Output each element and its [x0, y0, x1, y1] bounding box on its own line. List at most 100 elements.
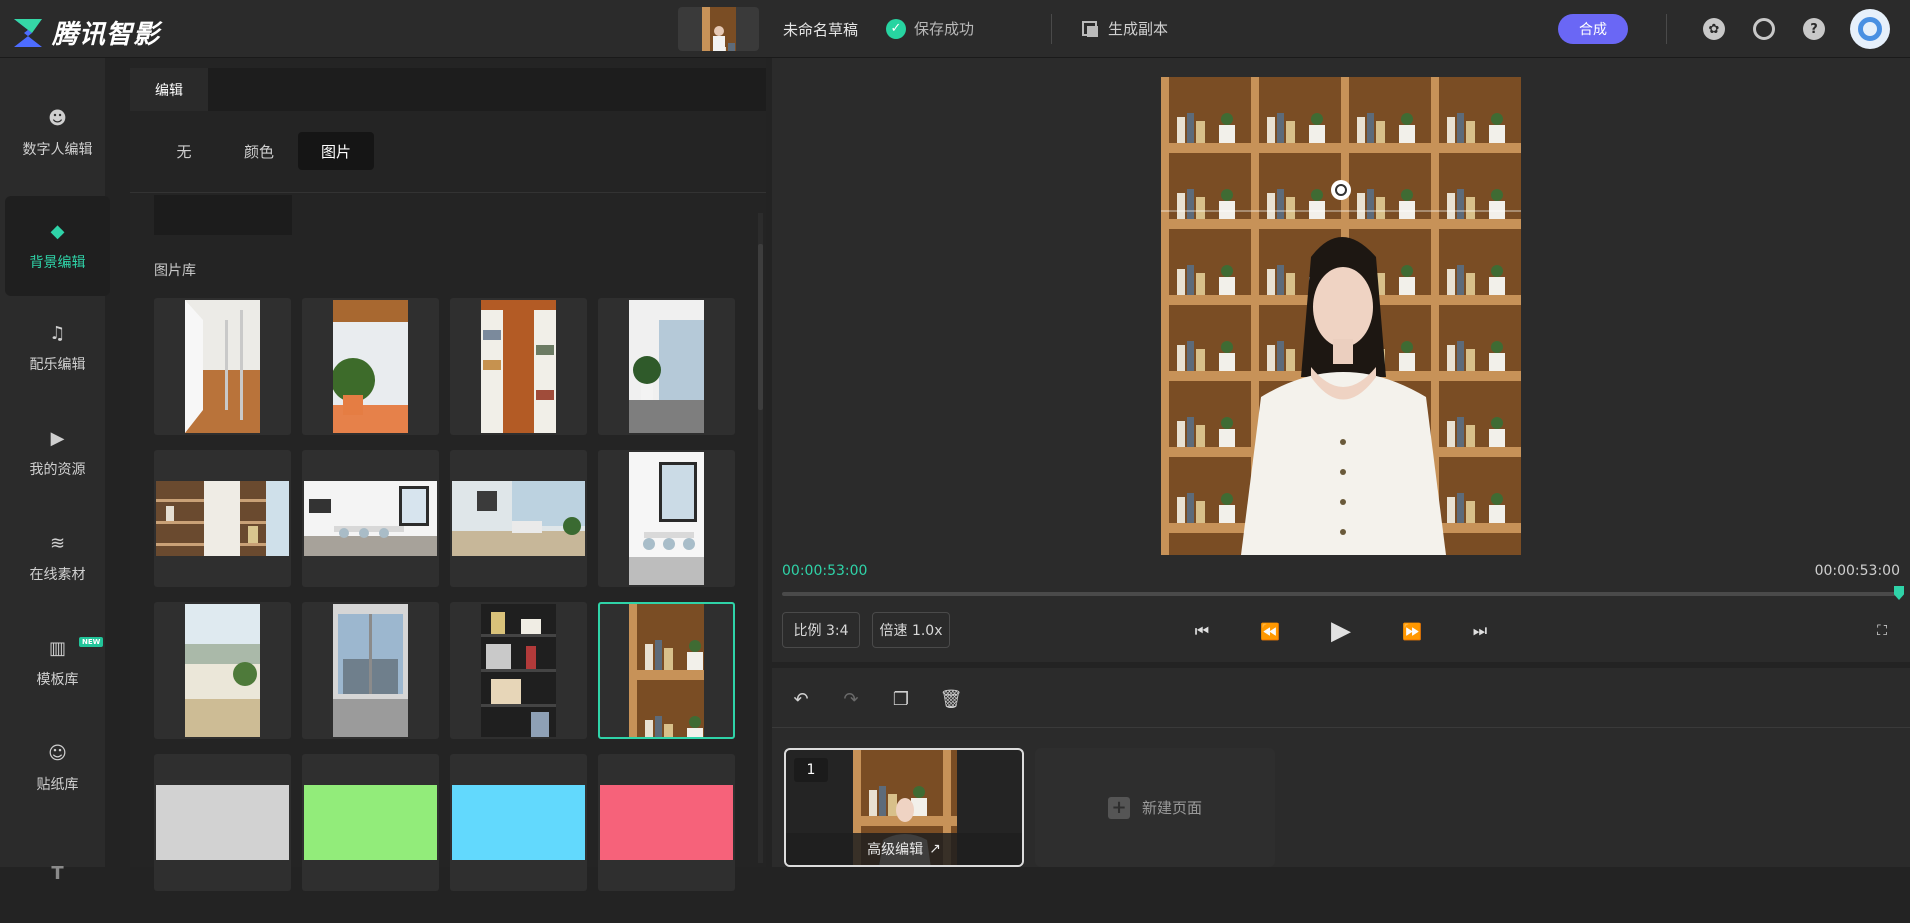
library-image-meeting-room[interactable] [302, 450, 439, 587]
total-time: 00:00:53:00 [1814, 563, 1900, 579]
upload-slot[interactable] [154, 195, 292, 235]
library-image-balcony[interactable] [154, 602, 291, 739]
sidebar-item-background[interactable]: ◆ 背景编辑 [5, 196, 110, 296]
check-circle-icon: ✓ [886, 18, 906, 39]
library-image-office-window[interactable] [598, 298, 735, 435]
new-badge: NEW [79, 637, 104, 647]
sidebar-item-label: 配乐编辑 [29, 357, 86, 373]
new-page-label: 新建页面 [1141, 799, 1202, 817]
video-canvas[interactable] [1161, 77, 1521, 555]
library-swatch-green[interactable] [302, 754, 439, 891]
digital-human-icon: ☻ [48, 107, 67, 129]
library-swatch-grey[interactable] [154, 754, 291, 891]
page-number: 1 [794, 758, 828, 782]
layers-icon: ≋ [49, 532, 66, 554]
text-icon: T [51, 862, 64, 884]
header-divider [1051, 14, 1052, 44]
music-note-icon: ♫ [49, 322, 66, 344]
sidebar-item-digital-human[interactable]: ☻ 数字人编辑 [5, 83, 110, 183]
left-sidebar: ☻ 数字人编辑 ◆ 背景编辑 ♫ 配乐编辑 ▶ 我的资源 ≋ 在线素材 NEW … [0, 58, 110, 884]
segment-none[interactable]: 无 [154, 132, 214, 170]
aspect-ratio-button[interactable]: 比例 3:4 [782, 612, 860, 648]
swatch-color [156, 785, 289, 860]
rotate-handle-icon [1331, 180, 1351, 200]
brand-logo[interactable]: 腾讯智影 [14, 14, 160, 51]
sidebar-item-label: 我的资源 [29, 462, 86, 478]
undo-icon[interactable]: ↶ [790, 688, 812, 710]
external-link-icon: ↗ [929, 841, 941, 857]
headset-support-icon[interactable] [1753, 18, 1775, 40]
draft-thumbnail-image [701, 7, 736, 51]
copy-icon [1082, 20, 1098, 37]
canvas-scene [1161, 77, 1521, 555]
generate-copy-label: 生成副本 [1108, 20, 1169, 38]
delete-icon[interactable]: 🗑 [940, 688, 963, 710]
panel-divider [130, 192, 766, 193]
skip-to-end-icon[interactable]: ⏭ [1468, 620, 1492, 642]
swatch-color [304, 785, 437, 860]
library-image-wooden-shelf-selected[interactable] [598, 602, 735, 739]
compose-button[interactable]: 合成 [1558, 14, 1628, 44]
new-page-button[interactable]: + 新建页面 [1035, 748, 1275, 867]
sidebar-item-templates[interactable]: NEW ▥ 模板库 [5, 613, 110, 713]
library-image-dark-bookshelf[interactable] [450, 602, 587, 739]
advanced-edit-button[interactable]: 高级编辑 ↗ [786, 833, 1022, 865]
user-avatar-icon[interactable] [1850, 9, 1890, 49]
fullscreen-icon[interactable]: ⛶ [1870, 620, 1894, 642]
library-image-shelf-wide[interactable] [154, 450, 291, 587]
sidebar-item-my-resources[interactable]: ▶ 我的资源 [5, 403, 110, 503]
redo-icon[interactable]: ↷ [840, 688, 862, 710]
sticker-face-icon: ☺ [48, 742, 67, 764]
page-card[interactable]: 1 高级编辑 ↗ [784, 748, 1024, 867]
page-timeline: ↶ ↷ ❐ 🗑 1 高级编辑 ↗ + 新建页面 [772, 668, 1910, 867]
library-swatch-pink[interactable] [598, 754, 735, 891]
paint-bucket-icon: ◆ [50, 220, 65, 242]
draft-name[interactable]: 未命名草稿 [783, 19, 858, 40]
logo-icon [14, 18, 42, 47]
top-bar: 腾讯智影 未命名草稿 ✓ 保存成功 生成副本 合成 ✿ ? [0, 0, 1910, 58]
generate-copy-button[interactable]: 生成副本 [1082, 18, 1168, 39]
library-swatch-cyan[interactable] [450, 754, 587, 891]
tab-edit[interactable]: 编辑 [130, 68, 208, 111]
panel-tab-bar: 编辑 [130, 68, 766, 111]
duplicate-icon[interactable]: ❐ [890, 688, 912, 710]
play-icon[interactable]: ▶ [1326, 616, 1356, 646]
sidebar-item-stickers[interactable]: ☺ 贴纸库 [5, 718, 110, 818]
advanced-edit-label: 高级编辑 [867, 842, 924, 858]
panel-scrollbar-thumb[interactable] [758, 244, 763, 410]
preview-area: 00:00:53:00 00:00:53:00 比例 3:4 倍速 1.0x ⏮… [772, 58, 1910, 662]
plus-icon: + [1107, 796, 1130, 819]
library-image-corridor[interactable] [154, 298, 291, 435]
sidebar-item-label: 数字人编辑 [22, 142, 93, 158]
skip-to-start-icon[interactable]: ⏮ [1190, 620, 1214, 642]
sidebar-item-text[interactable]: T [5, 823, 110, 923]
image-library-label: 图片库 [154, 263, 196, 279]
progress-handle[interactable] [1894, 586, 1904, 600]
library-image-wood-bookshelf[interactable] [450, 298, 587, 435]
sidebar-item-label: 贴纸库 [36, 777, 79, 793]
folder-play-icon: ▶ [50, 427, 65, 449]
segment-image[interactable]: 图片 [298, 132, 374, 170]
template-icon: ▥ [48, 637, 66, 659]
brand-name: 腾讯智影 [52, 20, 161, 50]
draft-thumbnail[interactable] [678, 7, 759, 51]
sidebar-item-label: 背景编辑 [29, 255, 86, 271]
library-image-city-window[interactable] [302, 602, 439, 739]
fast-forward-icon[interactable]: ⏩ [1400, 620, 1424, 642]
header-divider [1666, 14, 1667, 44]
help-icon[interactable]: ? [1803, 18, 1825, 40]
playback-progress[interactable] [782, 586, 1904, 600]
film-reel-icon[interactable]: ✿ [1703, 18, 1725, 40]
library-image-plant-room[interactable] [302, 298, 439, 435]
swatch-color [600, 785, 733, 860]
playback-speed-button[interactable]: 倍速 1.0x [872, 612, 950, 648]
sidebar-item-online-assets[interactable]: ≋ 在线素材 [5, 508, 110, 608]
sidebar-item-music[interactable]: ♫ 配乐编辑 [5, 298, 110, 398]
rewind-icon[interactable]: ⏪ [1258, 620, 1282, 642]
library-image-bright-office[interactable] [450, 450, 587, 587]
background-edit-panel: 编辑 无 颜色 图片 图片库 [130, 58, 766, 891]
segment-color[interactable]: 颜色 [226, 132, 292, 170]
save-status: ✓ 保存成功 [886, 18, 974, 39]
library-image-window-dining[interactable] [598, 450, 735, 587]
timeline-toolbar: ↶ ↷ ❐ 🗑 [772, 668, 1910, 728]
